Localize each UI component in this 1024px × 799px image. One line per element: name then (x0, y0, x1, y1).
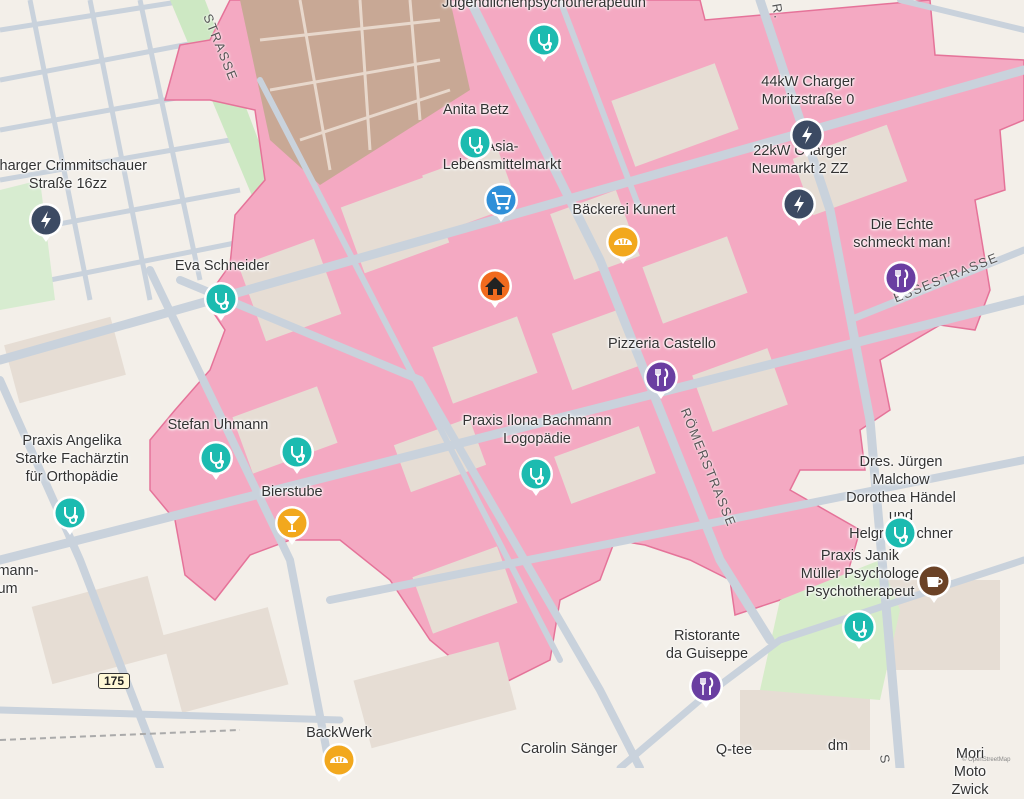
place-label-praxis-ilona[interactable]: Praxis Ilona Bachmann Logopädie (462, 412, 611, 448)
pin-charger-44kw[interactable] (789, 117, 825, 161)
pin-ristorante[interactable] (688, 668, 724, 712)
pin-backwerk[interactable] (321, 742, 357, 786)
place-label-die-echte[interactable]: Die Echte schmeckt man! (853, 216, 951, 252)
pin-stefan-uhmann[interactable] (198, 440, 234, 484)
pin-anita-betz[interactable] (457, 125, 493, 169)
pin-bierstube[interactable] (274, 505, 310, 549)
pin-die-echte[interactable] (883, 260, 919, 304)
place-label-praxis-angelika[interactable]: Praxis Angelika Starke Fachärztin für Or… (15, 432, 129, 486)
place-label-carolin-saenger[interactable]: Carolin Sänger (521, 740, 618, 758)
place-label-ristorante[interactable]: Ristorante da Guiseppe (666, 627, 748, 663)
place-label-stefan-uhmann[interactable]: Stefan Uhmann (168, 416, 269, 434)
place-label-backwerk[interactable]: BackWerk (306, 724, 372, 742)
place-label-anita-betz[interactable]: Anita Betz (443, 101, 509, 119)
route-shield-175: 175 (98, 673, 131, 689)
place-label-eva-schneider[interactable]: Eva Schneider (175, 257, 269, 275)
place-label-pizzeria-castello[interactable]: Pizzeria Castello (608, 335, 716, 353)
place-label-hmann-left[interactable]: hmann- rium (0, 562, 39, 598)
pin-dres-malchow[interactable] (882, 515, 918, 559)
pin-praxis-janik[interactable] (916, 563, 952, 607)
place-label-jugendlichen[interactable]: Jugendlichenpsychotherapeutin (442, 0, 646, 12)
pin-charger-crimmitschauer[interactable] (28, 202, 64, 246)
pin-bierstube-health[interactable] (279, 434, 315, 478)
pin-eva-schneider[interactable] (203, 281, 239, 325)
pin-charger-22kw[interactable] (781, 186, 817, 230)
place-label-mori-moto[interactable]: Mori Moto Zwick (943, 745, 997, 799)
place-label-baeckerei-kunert[interactable]: Bäckerei Kunert (572, 201, 675, 219)
pin-janik-health[interactable] (841, 609, 877, 653)
pin-praxis-ilona[interactable] (518, 456, 554, 500)
map-attribution: © OpenStreetMap (962, 757, 1011, 763)
place-label-charger-crimmitschauer[interactable]: Charger Crimmitschauer Straße 16zz (0, 157, 147, 193)
place-label-charger-44kw[interactable]: 44kW Charger Moritzstraße 0 (761, 73, 854, 109)
place-label-bierstube[interactable]: Bierstube (261, 483, 322, 501)
street-label-r-top: R. (769, 2, 787, 21)
pin-pizzeria-castello[interactable] (643, 359, 679, 403)
pin-asia-markt[interactable] (483, 182, 519, 226)
place-label-dm[interactable]: dm (828, 737, 848, 755)
pin-home[interactable] (477, 268, 523, 324)
pin-baeckerei-kunert[interactable] (605, 224, 641, 268)
pin-jugendlichen[interactable] (526, 22, 562, 66)
pin-praxis-angelika[interactable] (52, 495, 88, 539)
place-label-q-tee[interactable]: Q-tee (716, 741, 752, 759)
